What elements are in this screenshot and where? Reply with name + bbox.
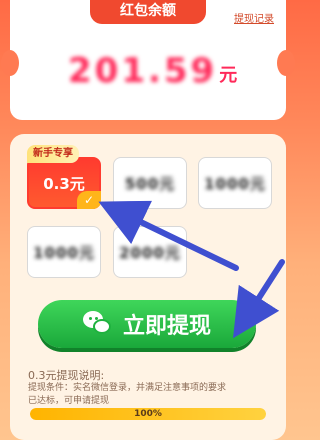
amount-option-3[interactable]: 1000元 [198, 157, 272, 209]
description-text: 提现条件：实名微信登录，并满足注意事项的要求 已达标，可申请提现 [28, 382, 268, 408]
amount-option-2[interactable]: 500元 [113, 157, 187, 209]
balance-value: 201.59 [68, 51, 218, 91]
ticket-notch-left [1, 50, 19, 76]
amount-option-0.3[interactable]: 新手专享 0.3元 ✓ [27, 145, 101, 209]
check-icon: ✓ [77, 191, 101, 209]
progress-label: 100% [134, 409, 162, 419]
progress-bar: 100% [30, 408, 266, 420]
description-line-1: 提现条件：实名微信登录，并满足注意事项的要求 [28, 383, 227, 393]
withdraw-now-button[interactable]: 立即提现 [38, 300, 256, 348]
ticket-notch-right [277, 50, 295, 76]
balance-unit: 元 [219, 65, 238, 86]
balance-amount: 201.59 元 [68, 50, 237, 90]
wechat-icon [82, 311, 113, 337]
withdraw-record-link[interactable]: 提现记录 [234, 10, 274, 25]
newbie-badge: 新手专享 [27, 145, 79, 163]
amount-option-4[interactable]: 1000元 [27, 226, 101, 278]
description-line-2: 已达标，可申请提现 [28, 396, 110, 406]
amount-option-label: 1000元 [33, 243, 95, 262]
amount-option-label: 0.3元 [43, 174, 85, 193]
withdraw-now-label: 立即提现 [122, 314, 211, 339]
amount-option-5[interactable]: 2000元 [113, 226, 187, 278]
balance-title: 红包余额 [90, 0, 206, 24]
amount-option-label: 1000元 [204, 174, 266, 193]
amount-option-label: 2000元 [119, 243, 181, 262]
balance-card: 红包余额 提现记录 201.59 元 [1, 0, 295, 120]
amount-option-label: 500元 [124, 174, 176, 193]
description-title: 0.3元提现说明: [28, 369, 105, 382]
